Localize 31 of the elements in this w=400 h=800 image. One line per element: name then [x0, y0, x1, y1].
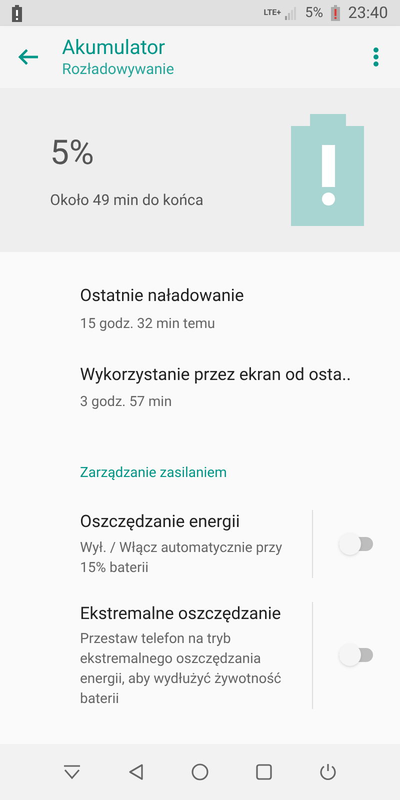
settings-item[interactable]: Wykorzystanie przez ekran od osta.. 3 godz. 57 min	[0, 348, 400, 427]
signal-icon	[285, 6, 298, 20]
app-bar-title: Akumulator	[62, 35, 166, 59]
item-title: Oszczędzanie energii	[80, 511, 241, 534]
battery-alert-icon	[291, 114, 364, 226]
battery-alert-icon	[12, 4, 22, 22]
item-subtitle: 15 godz. 32 min temu	[80, 314, 216, 334]
back-icon[interactable]	[128, 763, 144, 781]
home-icon[interactable]	[190, 763, 209, 781]
clock: 23:40	[348, 2, 388, 24]
battery-percent: 5%	[305, 4, 324, 22]
item-title: Wykorzystanie przez ekran od osta..	[80, 364, 352, 386]
settings-item[interactable]: Ostatnie naładowanie 15 godz. 32 min temu	[0, 270, 400, 348]
recents-icon[interactable]	[256, 764, 272, 780]
toggle-switch[interactable]	[338, 644, 374, 666]
section-header: Zarządzanie zasilaniem	[79, 464, 228, 483]
item-subtitle: Wył. / Włącz automatycznie przy 15% baterii	[80, 538, 284, 578]
item-subtitle: 3 godz. 57 min	[80, 393, 173, 412]
app-bar-subtitle: Rozładowywanie	[62, 59, 176, 79]
settings-item[interactable]: Oszczędzanie energii Wył. / Włącz automatycznie przy 15% baterii	[0, 498, 400, 590]
settings-item[interactable]: Ekstremalne oszczędzanie Przestaw telefon na tryb ekstremalnego oszczędzania energii, aby wydłużyć żywotność baterii	[0, 590, 400, 721]
item-title: Ekstremalne oszczędzanie	[80, 602, 282, 626]
power-icon[interactable]	[318, 763, 337, 781]
chevron-down-icon[interactable]	[63, 764, 82, 780]
battery-icon	[331, 5, 340, 21]
item-title: Ostatnie naładowanie	[80, 285, 245, 308]
time-remaining: Około 49 min do końca	[50, 190, 204, 212]
battery-level-text: 5%	[50, 132, 96, 176]
toggle-switch[interactable]	[338, 532, 374, 555]
network-label: LTE+	[264, 7, 282, 19]
item-subtitle: Przestaw telefon na tryb ekstremalnego oszczędzania energii, aby wydłużyć żywotność baterii	[80, 630, 282, 709]
